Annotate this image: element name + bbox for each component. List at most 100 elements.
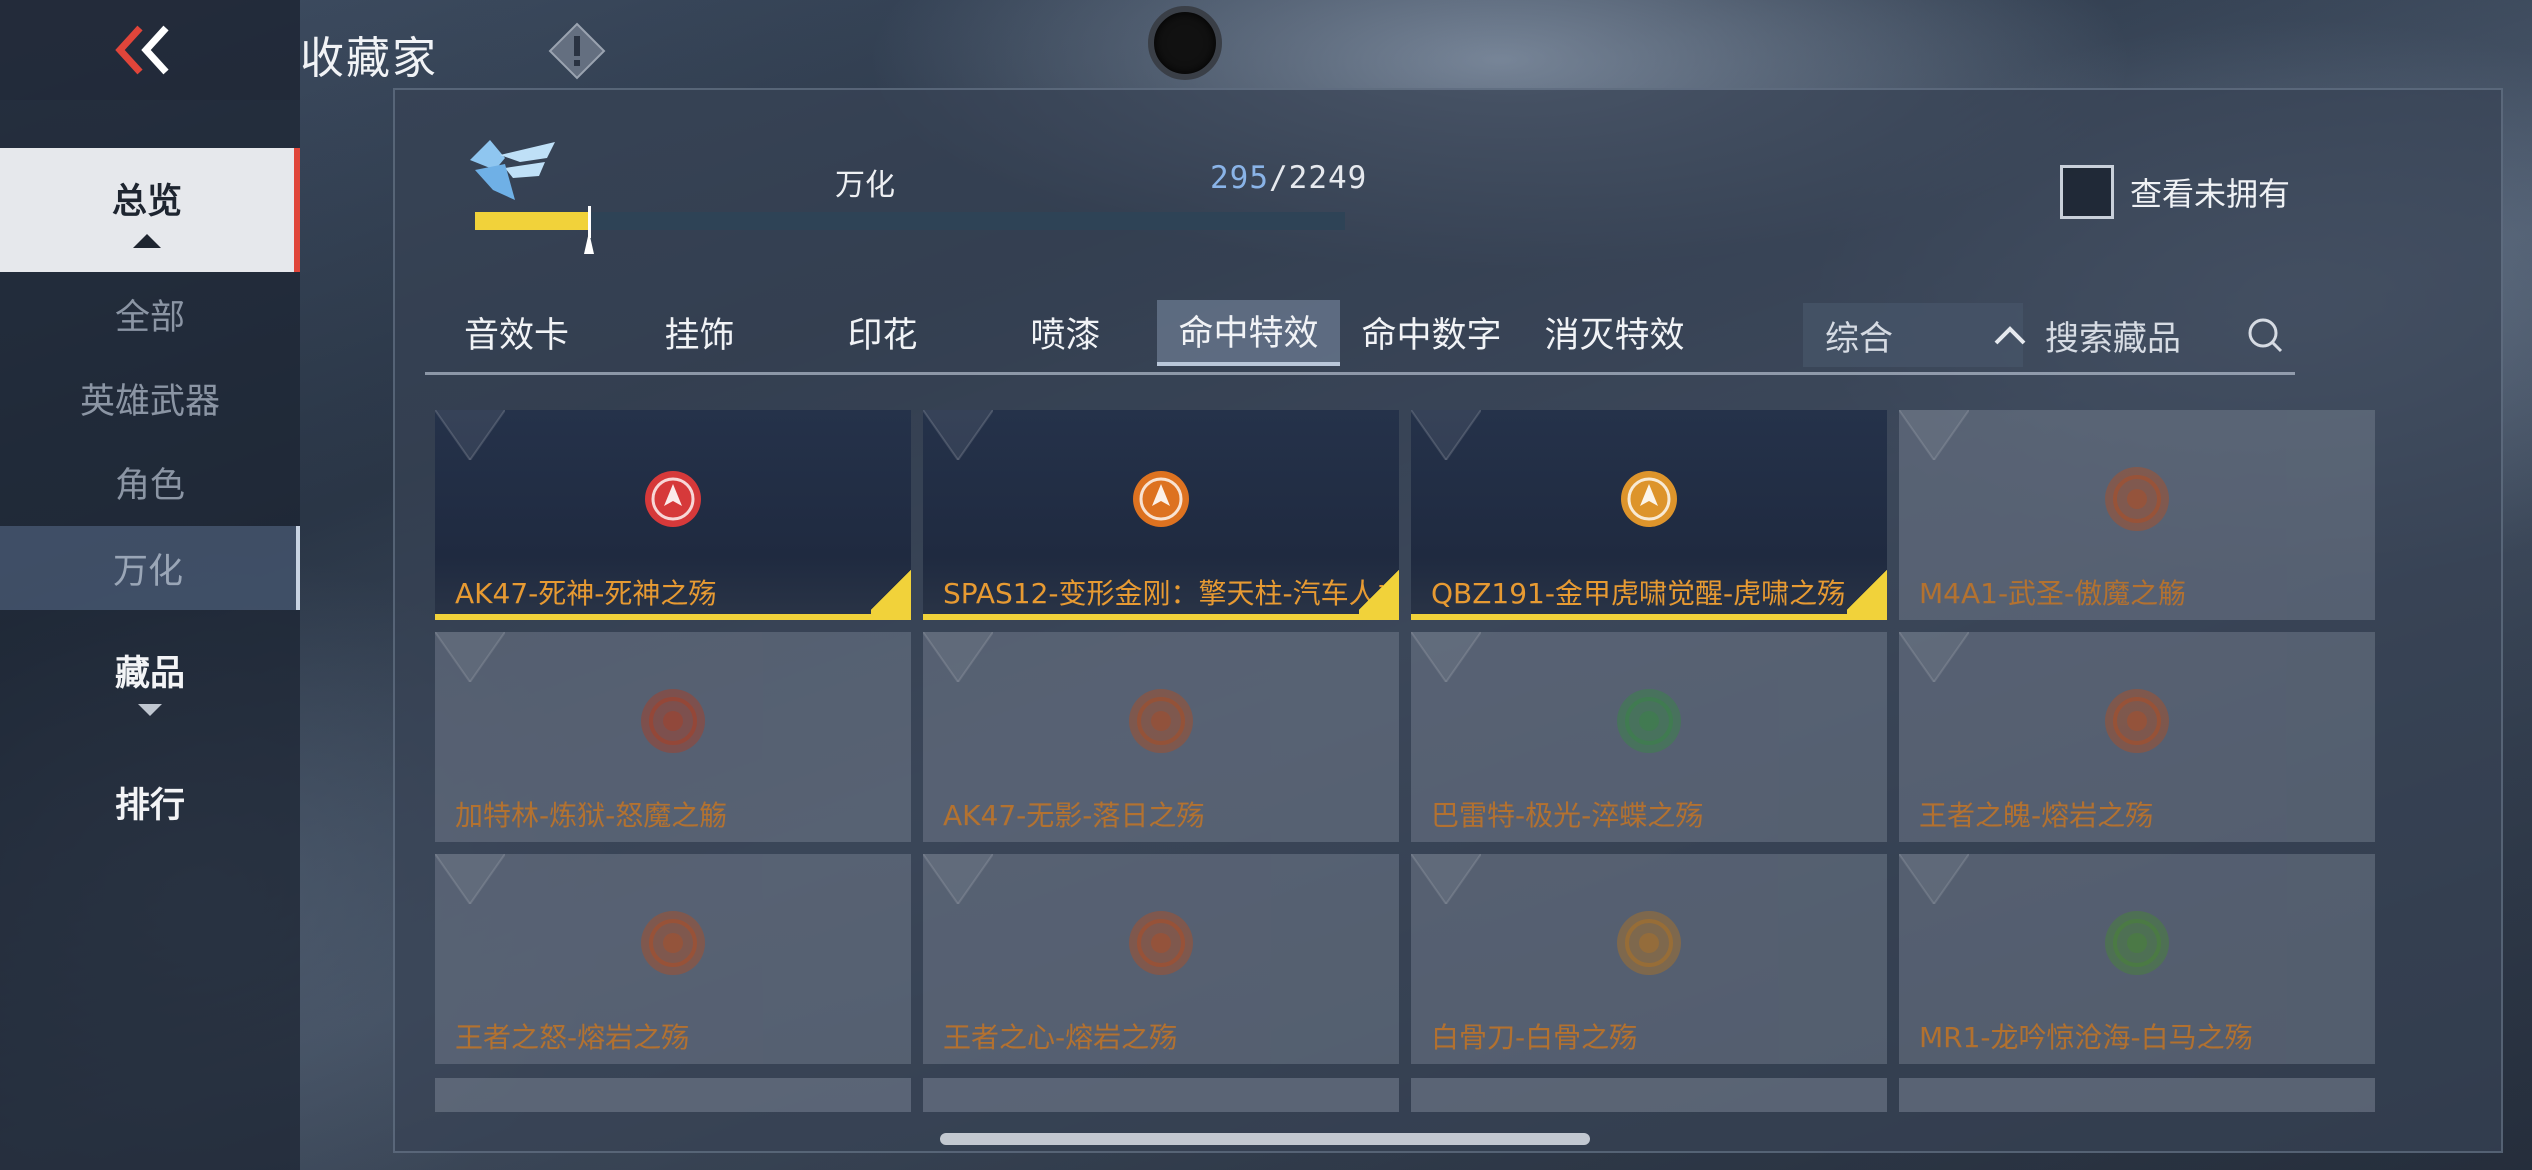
double-chevron-left-icon — [115, 25, 169, 75]
item-name: MR1-龙吟惊沧海-白马之殇 — [1919, 1021, 2253, 1054]
info-icon[interactable] — [548, 22, 606, 80]
hit-effect-emblem-icon — [1129, 911, 1193, 975]
sidebar-item-label: 藏品 — [114, 653, 185, 694]
total-count: /2249 — [1269, 160, 1368, 196]
hit-effect-emblem-icon — [1621, 471, 1677, 527]
sidebar-item-wanhua[interactable]: 万化 — [0, 526, 300, 610]
item-name: M4A1-武圣-傲魔之觞 — [1919, 577, 2187, 610]
item-name: 巴雷特-极光-淬蝶之殇 — [1431, 799, 1704, 832]
item-card[interactable]: 白骨刀-白骨之殇 — [1411, 854, 1887, 1064]
corner-decoration-icon — [435, 854, 505, 904]
corner-decoration-icon — [1411, 632, 1481, 682]
show-unowned-checkbox[interactable] — [2060, 165, 2114, 219]
tab-pendant[interactable]: 挂饰 — [608, 300, 791, 366]
caret-down-icon — [138, 703, 162, 716]
hit-effect-emblem-icon — [641, 911, 705, 975]
item-card[interactable]: 巴雷特-极光-淬蝶之殇 — [1411, 632, 1887, 842]
progress-count: 295/2249 — [1210, 160, 1367, 196]
tab-hit-effect[interactable]: 命中特效 — [1157, 299, 1340, 366]
hit-effect-emblem-icon — [645, 471, 701, 527]
corner-decoration-icon — [923, 854, 993, 904]
tab-hit-number[interactable]: 命中数字 — [1340, 300, 1523, 366]
item-card-partial[interactable] — [923, 1078, 1399, 1112]
sidebar-item-ranking[interactable]: 排行 — [0, 760, 300, 844]
corner-decoration-icon — [435, 410, 505, 460]
tab-decal[interactable]: 印花 — [791, 300, 974, 366]
search-input[interactable]: 搜索藏品 — [2045, 303, 2295, 367]
hit-effect-emblem-icon — [2105, 689, 2169, 753]
item-name: 加特林-炼狱-怒魔之觞 — [455, 799, 728, 832]
sidebar-item-label: 总览 — [111, 181, 182, 222]
corner-decoration-icon — [1899, 854, 1969, 904]
item-card[interactable]: MR1-龙吟惊沧海-白马之殇 — [1899, 854, 2375, 1064]
camera-cutout — [1148, 6, 1222, 80]
caret-up-icon — [133, 233, 161, 248]
corner-decoration-icon — [923, 632, 993, 682]
corner-decoration-icon — [1411, 854, 1481, 904]
item-name: AK47-无影-落日之殇 — [943, 799, 1205, 832]
hit-effect-emblem-icon — [1133, 471, 1189, 527]
sort-toggle[interactable] — [1980, 303, 2040, 367]
corner-decoration-icon — [1899, 632, 1969, 682]
sidebar-item-characters[interactable]: 角色 — [0, 440, 300, 524]
category-tabs: 音效卡 挂饰 印花 喷漆 命中特效 命中数字 消灭特效 消 — [425, 295, 1705, 370]
page-title: 收藏家 — [300, 33, 438, 84]
tabs-divider — [425, 372, 2295, 375]
progress-fill — [475, 212, 589, 230]
sidebar-item-label: 角色 — [114, 465, 185, 506]
hit-effect-emblem-icon — [1129, 689, 1193, 753]
progress-marker-icon — [584, 232, 594, 254]
owned-stripe — [923, 614, 1399, 620]
owned-stripe — [435, 614, 911, 620]
item-card[interactable]: 王者之魄-熔岩之殇 — [1899, 632, 2375, 842]
item-card[interactable]: M4A1-武圣-傲魔之觞 — [1899, 410, 2375, 620]
tab-sound-card[interactable]: 音效卡 — [425, 300, 608, 366]
owned-corner-mark — [871, 560, 911, 620]
item-card[interactable]: QBZ191-金甲虎啸觉醒-虎啸之殇 — [1411, 410, 1887, 620]
item-card[interactable]: 王者之心-熔岩之殇 — [923, 854, 1399, 1064]
item-name: 王者之心-熔岩之殇 — [943, 1021, 1178, 1054]
chevron-up-icon — [1994, 326, 2026, 345]
sidebar-item-label: 万化 — [112, 551, 183, 592]
sidebar-item-overview[interactable]: 总览 — [0, 148, 300, 272]
search-icon[interactable] — [2245, 315, 2285, 355]
show-unowned-toggle[interactable]: 查看未拥有 — [2060, 165, 2290, 219]
corner-decoration-icon — [923, 410, 993, 460]
item-name: QBZ191-金甲虎啸觉醒-虎啸之殇 — [1431, 577, 1846, 610]
progress-label: 万化 — [835, 168, 895, 203]
tab-kill-effect[interactable]: 消灭特效 — [1523, 300, 1705, 366]
back-button[interactable] — [0, 0, 300, 100]
item-card[interactable]: AK47-死神-死神之殇 — [435, 410, 911, 620]
sidebar-item-label: 英雄武器 — [79, 381, 220, 422]
item-card-partial[interactable] — [435, 1078, 911, 1112]
item-name: 王者之魄-熔岩之殇 — [1919, 799, 2154, 832]
sidebar-item-label: 全部 — [114, 297, 185, 338]
item-card[interactable]: 王者之怒-熔岩之殇 — [435, 854, 911, 1064]
hit-effect-emblem-icon — [1617, 689, 1681, 753]
tab-spray[interactable]: 喷漆 — [974, 300, 1157, 366]
sidebar-item-all[interactable]: 全部 — [0, 272, 300, 356]
owned-count: 295 — [1210, 160, 1269, 196]
hit-effect-emblem-icon — [2105, 911, 2169, 975]
show-unowned-label: 查看未拥有 — [2130, 175, 2291, 213]
item-card-partial[interactable] — [1411, 1078, 1887, 1112]
main-panel: 万化 295/2249 查看未拥有 音效卡 挂饰 印花 喷漆 命中特效 命中数字… — [393, 88, 2503, 1153]
progress-tick — [588, 206, 591, 238]
item-card[interactable]: AK47-无影-落日之殇 — [923, 632, 1399, 842]
item-card[interactable]: 加特林-炼狱-怒魔之觞 — [435, 632, 911, 842]
item-name: 王者之怒-熔岩之殇 — [455, 1021, 690, 1054]
sidebar-item-label: 排行 — [114, 785, 185, 826]
item-name: 白骨刀-白骨之殇 — [1431, 1021, 1638, 1054]
item-card-partial[interactable] — [1899, 1078, 2375, 1112]
hit-effect-emblem-icon — [641, 689, 705, 753]
item-card[interactable]: SPAS12-变形金刚：擎天柱-汽车人之殇 — [923, 410, 1399, 620]
sidebar: 总览 全部 英雄武器 角色 万化 藏品 排行 — [0, 100, 300, 1170]
sidebar-item-hero-weapons[interactable]: 英雄武器 — [0, 356, 300, 440]
item-name: AK47-死神-死神之殇 — [455, 577, 717, 610]
owned-corner-mark — [1359, 560, 1399, 620]
sidebar-item-collection[interactable]: 藏品 — [0, 630, 300, 730]
hit-effect-emblem-icon — [2105, 467, 2169, 531]
top-bar: 收藏家 — [0, 0, 2532, 100]
item-name: SPAS12-变形金刚：擎天柱-汽车人之殇 — [943, 577, 1383, 610]
corner-decoration-icon — [1411, 410, 1481, 460]
